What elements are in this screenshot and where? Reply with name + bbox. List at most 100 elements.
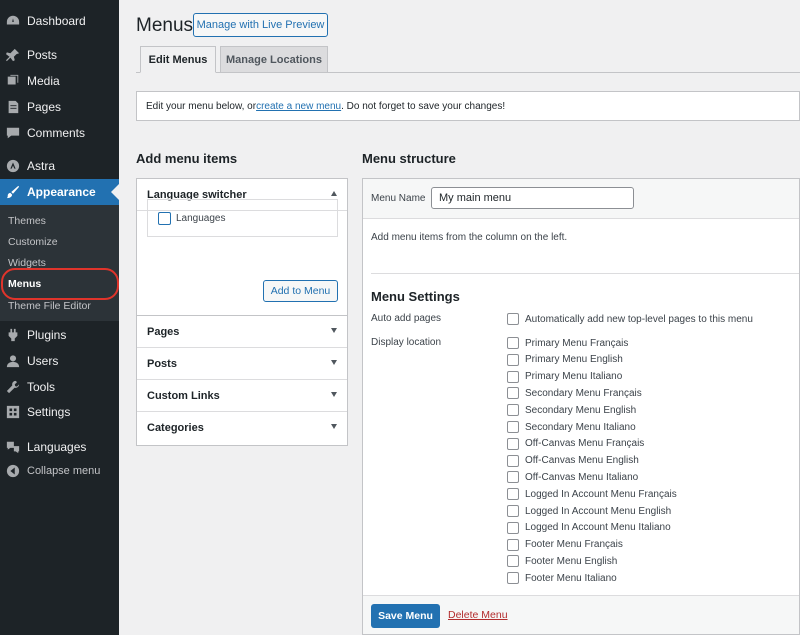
- display-location-option: Footer Menu Italiano: [507, 570, 617, 586]
- sidebar-item-label: Pages: [27, 100, 62, 114]
- astra-icon: [6, 159, 20, 173]
- sidebar-item-pages[interactable]: Pages: [0, 94, 119, 120]
- display-location-label-text: Secondary Menu Français: [525, 387, 642, 399]
- display-location-option: Primary Menu Français: [507, 335, 628, 351]
- pin-icon: [6, 48, 20, 62]
- display-location-checkbox[interactable]: [507, 337, 519, 349]
- sidebar-item-posts[interactable]: Posts: [0, 42, 119, 68]
- expand-arrow-icon[interactable]: [331, 424, 337, 429]
- display-location-option: Off-Canvas Menu English: [507, 453, 639, 469]
- live-preview-button[interactable]: Manage with Live Preview: [193, 13, 328, 37]
- custom-links-section-header[interactable]: Custom Links: [137, 380, 347, 412]
- menu-name-bar: Menu Name: [363, 179, 799, 219]
- languages-checkbox[interactable]: [158, 211, 171, 225]
- menu-hint-text: Add menu items from the column on the le…: [371, 232, 568, 243]
- menu-settings-title: Menu Settings: [371, 289, 460, 304]
- add-menu-items-title: Add menu items: [136, 151, 238, 166]
- posts-section-header[interactable]: Posts: [137, 348, 347, 380]
- expand-arrow-icon[interactable]: [331, 392, 337, 397]
- display-location-option: Logged In Account Menu Italiano: [507, 520, 671, 536]
- display-location-checkbox[interactable]: [507, 538, 519, 551]
- display-location-checkbox[interactable]: [507, 572, 519, 585]
- sidebar-item-label: Posts: [27, 48, 58, 62]
- pages-section-header[interactable]: Pages: [137, 316, 347, 348]
- display-location-checkbox[interactable]: [507, 521, 519, 534]
- menu-name-label: Menu Name: [371, 193, 426, 204]
- display-location-checkbox[interactable]: [507, 353, 519, 366]
- display-location-checkbox[interactable]: [507, 454, 519, 467]
- auto-add-pages-checkbox[interactable]: [507, 313, 519, 325]
- sidebar-item-languages[interactable]: Languages: [0, 434, 119, 460]
- sidebar-item-label: Users: [27, 354, 59, 368]
- display-location-checkbox[interactable]: [507, 421, 519, 433]
- display-location-checkbox[interactable]: [507, 370, 519, 383]
- sidebar-item-users[interactable]: Users: [0, 348, 119, 374]
- admin-sidebar: Dashboard Posts Media Pages Comments Ast…: [0, 0, 119, 635]
- display-location-option: Off-Canvas Menu Italiano: [507, 469, 638, 485]
- tab-edit-menus[interactable]: Edit Menus: [140, 46, 216, 73]
- save-menu-button[interactable]: Save Menu: [371, 604, 440, 628]
- display-location-label-text: Secondary Menu English: [525, 404, 637, 416]
- display-location-option: Off-Canvas Menu Français: [507, 436, 644, 452]
- display-location-checkbox[interactable]: [507, 404, 519, 417]
- collapse-icon: [6, 464, 20, 478]
- menu-structure-title: Menu structure: [362, 151, 456, 166]
- display-location-checkbox[interactable]: [507, 471, 519, 484]
- languages-option-label: Languages: [176, 212, 226, 224]
- media-icon: [6, 74, 20, 88]
- submenu-item-theme-file-editor[interactable]: Theme File Editor: [8, 300, 91, 312]
- language-switcher-panel: Language switcher Languages Add to Menu: [136, 178, 348, 316]
- expand-arrow-icon[interactable]: [331, 360, 337, 365]
- display-location-option: Footer Menu Français: [507, 537, 623, 553]
- display-location-label: Display location: [371, 337, 442, 348]
- sidebar-item-tools[interactable]: Tools: [0, 374, 119, 400]
- display-location-label-text: Logged In Account Menu Italiano: [525, 522, 671, 534]
- display-location-label-text: Logged In Account Menu Français: [525, 488, 677, 500]
- display-location-checkbox[interactable]: [507, 505, 519, 517]
- add-to-menu-button[interactable]: Add to Menu: [263, 280, 338, 302]
- auto-add-pages-option: Automatically add new top-level pages to…: [507, 311, 753, 327]
- display-location-label-text: Off-Canvas Menu English: [525, 455, 639, 467]
- comment-icon: [6, 126, 20, 140]
- sidebar-item-label: Astra: [27, 159, 56, 173]
- sidebar-item-collapse[interactable]: Collapse menu: [0, 458, 119, 484]
- categories-section-header[interactable]: Categories: [137, 412, 347, 444]
- sidebar-item-astra[interactable]: Astra: [0, 153, 119, 179]
- display-location-checkbox[interactable]: [507, 555, 519, 568]
- section-label: Pages: [147, 325, 180, 338]
- notice-text-after: . Do not forget to save your changes!: [341, 100, 506, 112]
- sidebar-item-appearance[interactable]: Appearance: [0, 179, 119, 205]
- display-location-option: Footer Menu English: [507, 553, 617, 569]
- submenu-item-themes[interactable]: Themes: [8, 215, 46, 227]
- menu-name-input[interactable]: [431, 187, 634, 209]
- sidebar-item-comments[interactable]: Comments: [0, 120, 119, 146]
- expand-arrow-icon[interactable]: [331, 328, 337, 333]
- menu-item-sections: Pages Posts Custom Links Categories: [136, 315, 348, 446]
- tab-manage-locations[interactable]: Manage Locations: [220, 46, 328, 73]
- languages-option: Languages: [147, 199, 338, 237]
- display-location-checkbox[interactable]: [507, 488, 519, 501]
- auto-add-pages-option-label: Automatically add new top-level pages to…: [525, 313, 753, 325]
- display-location-option: Primary Menu English: [507, 352, 623, 368]
- sidebar-item-media[interactable]: Media: [0, 68, 119, 94]
- collapse-arrow-icon[interactable]: [331, 191, 337, 196]
- sidebar-item-plugins[interactable]: Plugins: [0, 322, 119, 348]
- sidebar-item-settings[interactable]: Settings: [0, 399, 119, 425]
- brush-icon: [6, 185, 20, 199]
- sidebar-item-label: Plugins: [27, 328, 67, 342]
- display-location-checkbox[interactable]: [507, 437, 519, 450]
- sidebar-item-label: Dashboard: [27, 14, 86, 28]
- appearance-submenu: Themes Customize Widgets Menus Theme Fil…: [0, 205, 119, 321]
- display-location-checkbox[interactable]: [507, 387, 519, 400]
- display-location-label-text: Off-Canvas Menu Français: [525, 438, 645, 450]
- delete-menu-link[interactable]: Delete Menu: [448, 609, 508, 621]
- submenu-item-customize[interactable]: Customize: [8, 236, 58, 248]
- user-icon: [6, 354, 20, 368]
- create-new-menu-link[interactable]: create a new menu: [256, 101, 341, 112]
- sidebar-item-dashboard[interactable]: Dashboard: [0, 8, 119, 34]
- display-location-option: Logged In Account Menu Français: [507, 486, 677, 502]
- display-location-option: Primary Menu Italiano: [507, 369, 622, 385]
- dashboard-icon: [6, 14, 20, 28]
- auto-add-pages-label: Auto add pages: [371, 313, 442, 324]
- section-label: Custom Links: [147, 389, 220, 402]
